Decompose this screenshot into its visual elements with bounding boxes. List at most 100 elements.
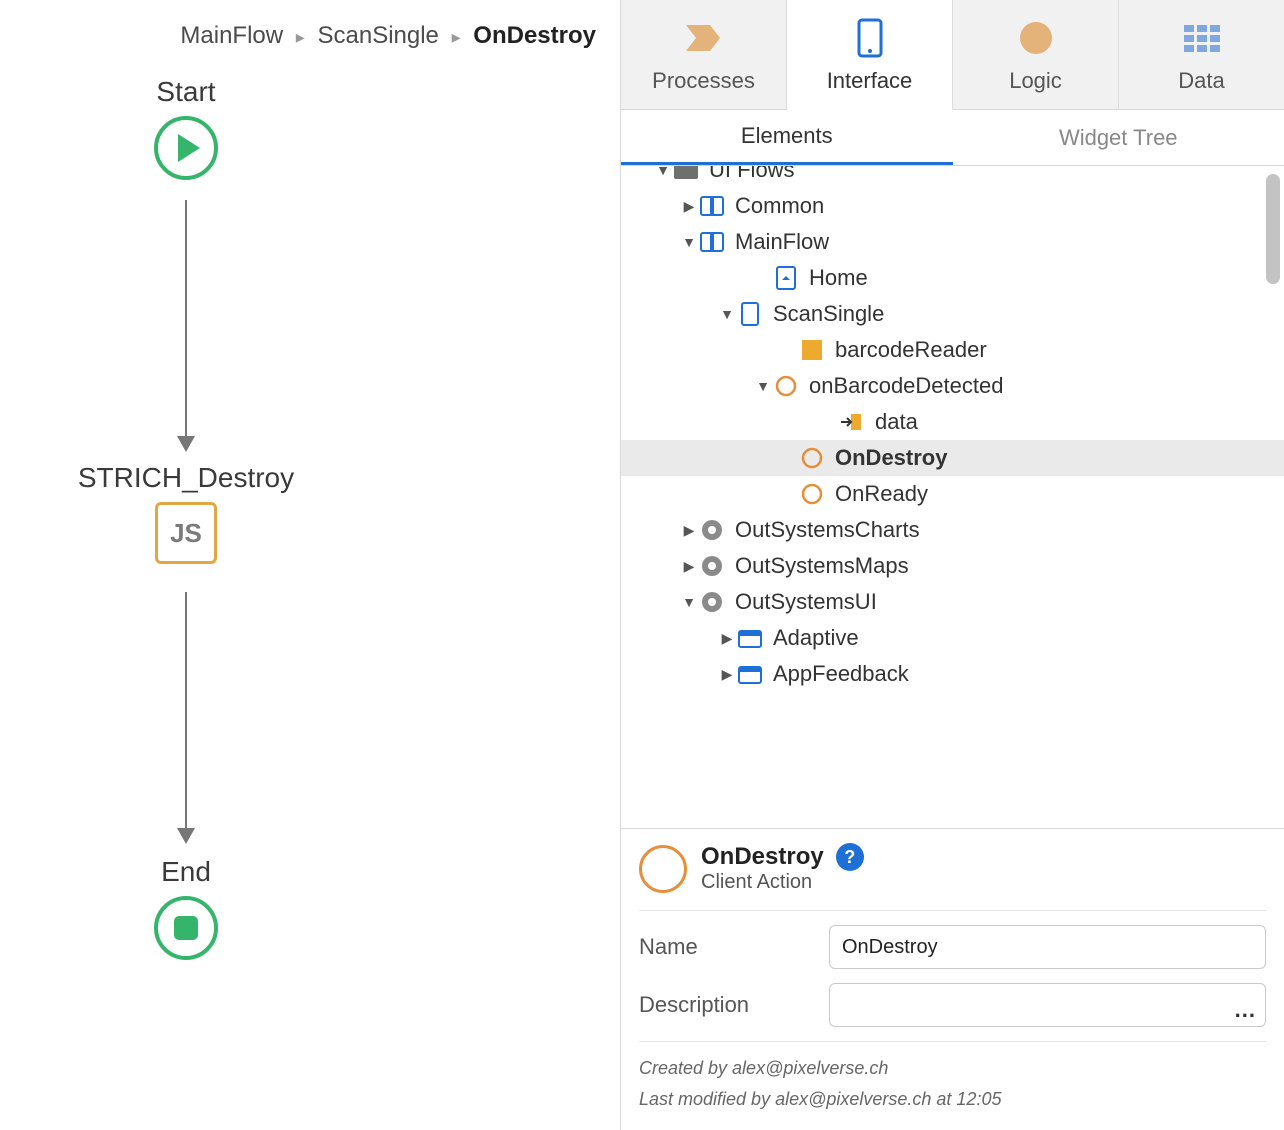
tree-label: Adaptive	[773, 625, 859, 651]
connector-arrow[interactable]	[185, 200, 187, 450]
chevron-right-icon[interactable]: ▶	[717, 630, 737, 647]
prop-name-label: Name	[639, 934, 829, 960]
subtab-widget-tree[interactable]: Widget Tree	[953, 110, 1284, 165]
prop-description-label: Description	[639, 992, 829, 1018]
divider	[639, 1041, 1266, 1042]
flow-icon	[699, 229, 725, 255]
folder-icon	[673, 166, 699, 183]
element-tree[interactable]: ▼ UI Flows ▶ Common ▼ MainFlow ▶ Home ▼	[621, 166, 1284, 828]
start-node[interactable]: Start	[36, 76, 336, 180]
interface-icon	[848, 16, 892, 60]
tree-item-outsystemsui[interactable]: ▼ OutSystemsUI	[621, 584, 1284, 620]
chevron-right-icon[interactable]: ▶	[717, 666, 737, 683]
divider	[639, 910, 1266, 911]
tree-label: data	[875, 409, 918, 435]
properties-panel: OnDestroy ? Client Action Name Descripti…	[621, 828, 1284, 1130]
tree-item-data[interactable]: ▶ data	[621, 404, 1284, 440]
tree-label: OnReady	[835, 481, 928, 507]
tree-item-ondestroy[interactable]: ▶ OnDestroy	[621, 440, 1284, 476]
tree-item-home[interactable]: ▶ Home	[621, 260, 1284, 296]
chevron-down-icon[interactable]: ▼	[753, 378, 773, 394]
modified-by-text: Last modified by alex@pixelverse.ch at 1…	[639, 1089, 1266, 1110]
scrollbar-thumb[interactable]	[1266, 174, 1280, 284]
tab-interface[interactable]: Interface	[787, 0, 953, 110]
prop-name-input[interactable]	[829, 925, 1266, 969]
chevron-right-icon[interactable]: ▶	[679, 522, 699, 539]
tree-item-outsystemsmaps[interactable]: ▶ OutSystemsMaps	[621, 548, 1284, 584]
placeholder-icon	[799, 337, 825, 363]
tree-item-onbarcodedetected[interactable]: ▼ onBarcodeDetected	[621, 368, 1284, 404]
chevron-down-icon[interactable]: ▼	[679, 234, 699, 250]
tree-label: OutSystemsMaps	[735, 553, 909, 579]
tree-item-common[interactable]: ▶ Common	[621, 188, 1284, 224]
tree-item-scansingle[interactable]: ▼ ScanSingle	[621, 296, 1284, 332]
action-icon	[799, 445, 825, 471]
tab-data[interactable]: Data	[1119, 0, 1284, 109]
help-icon[interactable]: ?	[836, 843, 864, 871]
breadcrumb-item-scansingle[interactable]: ScanSingle	[317, 22, 438, 49]
tree-label: UI Flows	[709, 166, 795, 183]
block-folder-icon	[737, 661, 763, 687]
tree-label: OnDestroy	[835, 445, 947, 471]
tree-item-onready[interactable]: ▶ OnReady	[621, 476, 1284, 512]
end-label: End	[36, 856, 336, 888]
chevron-right-icon: ▸	[296, 27, 305, 47]
tab-label: Logic	[1009, 68, 1062, 94]
module-ref-icon	[699, 517, 725, 543]
tab-logic[interactable]: Logic	[953, 0, 1119, 109]
module-ref-icon	[699, 553, 725, 579]
action-icon	[639, 845, 687, 893]
logic-icon	[1014, 16, 1058, 60]
tree-label: AppFeedback	[773, 661, 909, 687]
js-node-label: STRICH_Destroy	[36, 462, 336, 494]
tab-label: Interface	[827, 68, 913, 94]
block-folder-icon	[737, 625, 763, 651]
properties-header: OnDestroy ? Client Action	[639, 843, 1266, 894]
end-icon	[154, 896, 218, 960]
action-icon	[773, 373, 799, 399]
tree-label: OutSystemsCharts	[735, 517, 920, 543]
action-icon	[799, 481, 825, 507]
created-by-text: Created by alex@pixelverse.ch	[639, 1058, 1266, 1079]
chevron-right-icon[interactable]: ▶	[679, 198, 699, 215]
tree-item-uiflows[interactable]: ▼ UI Flows	[621, 166, 1284, 188]
prop-description-input[interactable]	[829, 983, 1266, 1027]
chevron-down-icon[interactable]: ▼	[653, 166, 673, 178]
flow-icon	[699, 193, 725, 219]
breadcrumb-item-current: OnDestroy	[473, 22, 596, 49]
tree-item-mainflow[interactable]: ▼ MainFlow	[621, 224, 1284, 260]
tree-label: OutSystemsUI	[735, 589, 877, 615]
subtab-elements[interactable]: Elements	[621, 110, 953, 165]
tree-label: Common	[735, 193, 824, 219]
data-icon	[1180, 16, 1224, 60]
properties-title: OnDestroy	[701, 843, 824, 871]
chevron-right-icon[interactable]: ▶	[679, 558, 699, 575]
tree-label: onBarcodeDetected	[809, 373, 1003, 399]
js-node[interactable]: STRICH_Destroy JS	[36, 462, 336, 564]
tab-label: Processes	[652, 68, 755, 94]
flow-canvas[interactable]: MainFlow ▸ ScanSingle ▸ OnDestroy Start …	[0, 0, 620, 1130]
breadcrumb: MainFlow ▸ ScanSingle ▸ OnDestroy	[180, 22, 596, 50]
tree-label: ScanSingle	[773, 301, 884, 327]
tree-item-adaptive[interactable]: ▶ Adaptive	[621, 620, 1284, 656]
screen-icon	[737, 301, 763, 327]
end-node[interactable]: End	[36, 856, 336, 960]
start-icon	[154, 116, 218, 180]
breadcrumb-item-mainflow[interactable]: MainFlow	[180, 22, 283, 49]
home-screen-icon	[773, 265, 799, 291]
properties-type: Client Action	[701, 871, 864, 894]
connector-arrow[interactable]	[185, 592, 187, 842]
main-tabs: Processes Interface Logic Data	[621, 0, 1284, 110]
tree-label: Home	[809, 265, 868, 291]
tree-label: barcodeReader	[835, 337, 987, 363]
start-label: Start	[36, 76, 336, 108]
tab-processes[interactable]: Processes	[621, 0, 787, 109]
sub-tabs: Elements Widget Tree	[621, 110, 1284, 166]
tree-item-barcodereader[interactable]: ▶ barcodeReader	[621, 332, 1284, 368]
tree-item-appfeedback[interactable]: ▶ AppFeedback	[621, 656, 1284, 692]
chevron-down-icon[interactable]: ▼	[717, 306, 737, 322]
chevron-down-icon[interactable]: ▼	[679, 594, 699, 610]
right-panel: Processes Interface Logic Data Elements …	[620, 0, 1284, 1130]
tree-item-outsystemscharts[interactable]: ▶ OutSystemsCharts	[621, 512, 1284, 548]
module-ref-icon	[699, 589, 725, 615]
